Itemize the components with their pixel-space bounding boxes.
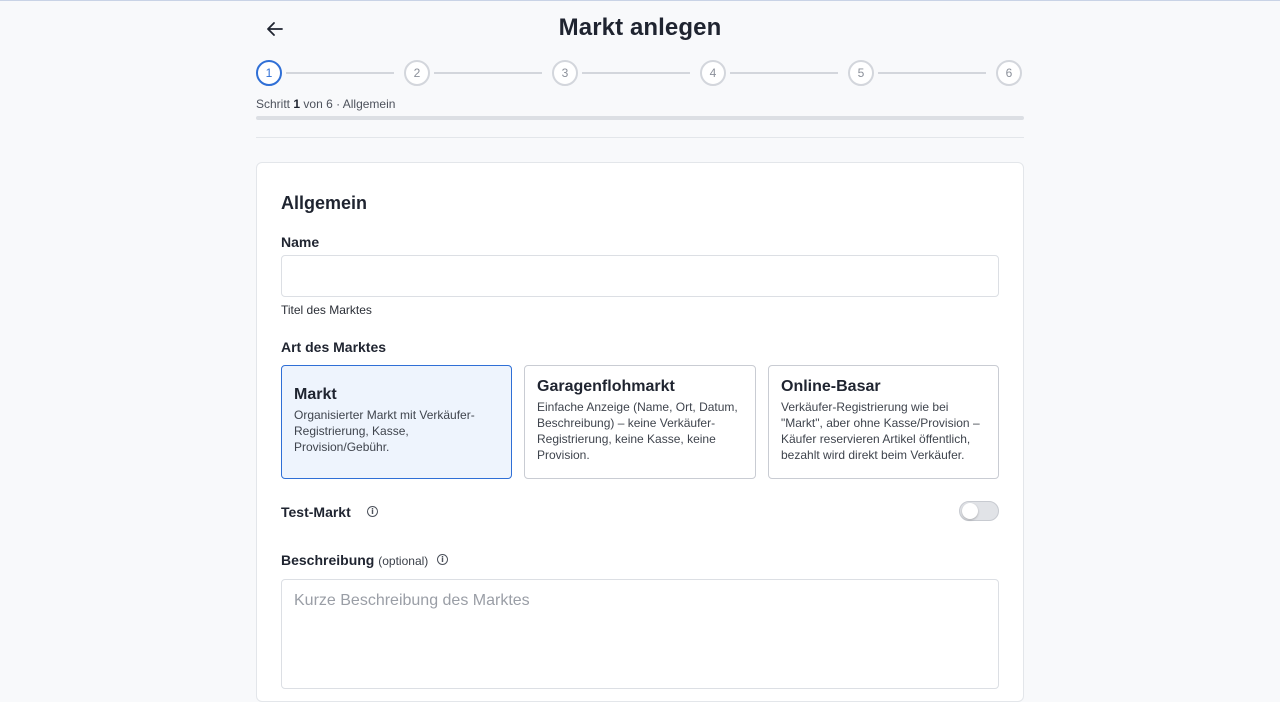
step-2[interactable]: 2 (404, 60, 430, 86)
page-title: Markt anlegen (558, 14, 722, 41)
step-connector (878, 72, 986, 74)
section-title: Allgemein (281, 193, 368, 213)
option-description: Einfache Anzeige (Name, Ort, Datum, Besc… (537, 400, 738, 462)
market-type-option-online-basar[interactable]: Online-Basar Verkäufer-Registrierung wie… (768, 365, 999, 479)
step-connector (582, 72, 690, 74)
optional-note: (optional) (378, 554, 429, 568)
form-card: Allgemein Name Titel des Marktes Art des… (256, 162, 1024, 702)
step-4[interactable]: 4 (700, 60, 726, 86)
step-connector (434, 72, 542, 74)
step-connector (286, 72, 394, 74)
option-description: Organisierter Markt mit Verkäufer-Regist… (294, 408, 475, 454)
top-border (0, 0, 1280, 1)
info-icon[interactable]: i (367, 506, 378, 517)
step-info-prefix: Schritt (256, 97, 291, 111)
description-label: Beschreibung (optional) (281, 552, 428, 568)
market-type-option-markt[interactable]: Markt Organisierter Markt mit Verkäufer-… (281, 365, 512, 479)
toggle-knob (962, 503, 978, 519)
test-market-toggle[interactable] (959, 501, 999, 521)
step-info-suffix: von 6 · Allgemein (303, 97, 396, 111)
option-title: Garagenflohmarkt (537, 378, 675, 395)
step-5[interactable]: 5 (848, 60, 874, 86)
progress-bar (256, 116, 1024, 120)
description-label-text: Beschreibung (281, 552, 375, 568)
divider (256, 137, 1024, 138)
name-hint: Titel des Marktes (281, 303, 372, 317)
info-icon[interactable]: i (437, 554, 448, 565)
step-info: Schritt 1 von 6 · Allgemein (256, 97, 395, 111)
name-label: Name (281, 234, 320, 250)
step-6[interactable]: 6 (996, 60, 1022, 86)
option-title: Online-Basar (781, 378, 881, 395)
stepper: 1 2 3 4 5 6 (256, 60, 1024, 86)
step-connector (730, 72, 838, 74)
option-title: Markt (294, 386, 337, 403)
step-3[interactable]: 3 (552, 60, 578, 86)
market-type-option-garagenflohmarkt[interactable]: Garagenflohmarkt Einfache Anzeige (Name,… (524, 365, 756, 479)
step-1[interactable]: 1 (256, 60, 282, 86)
step-info-current: 1 (293, 97, 301, 111)
option-description: Verkäufer-Registrierung wie bei "Markt",… (781, 400, 980, 462)
description-textarea[interactable] (281, 579, 999, 689)
market-type-label: Art des Marktes (281, 339, 387, 355)
test-market-label: Test-Markt (281, 504, 351, 520)
name-input[interactable] (281, 255, 999, 297)
